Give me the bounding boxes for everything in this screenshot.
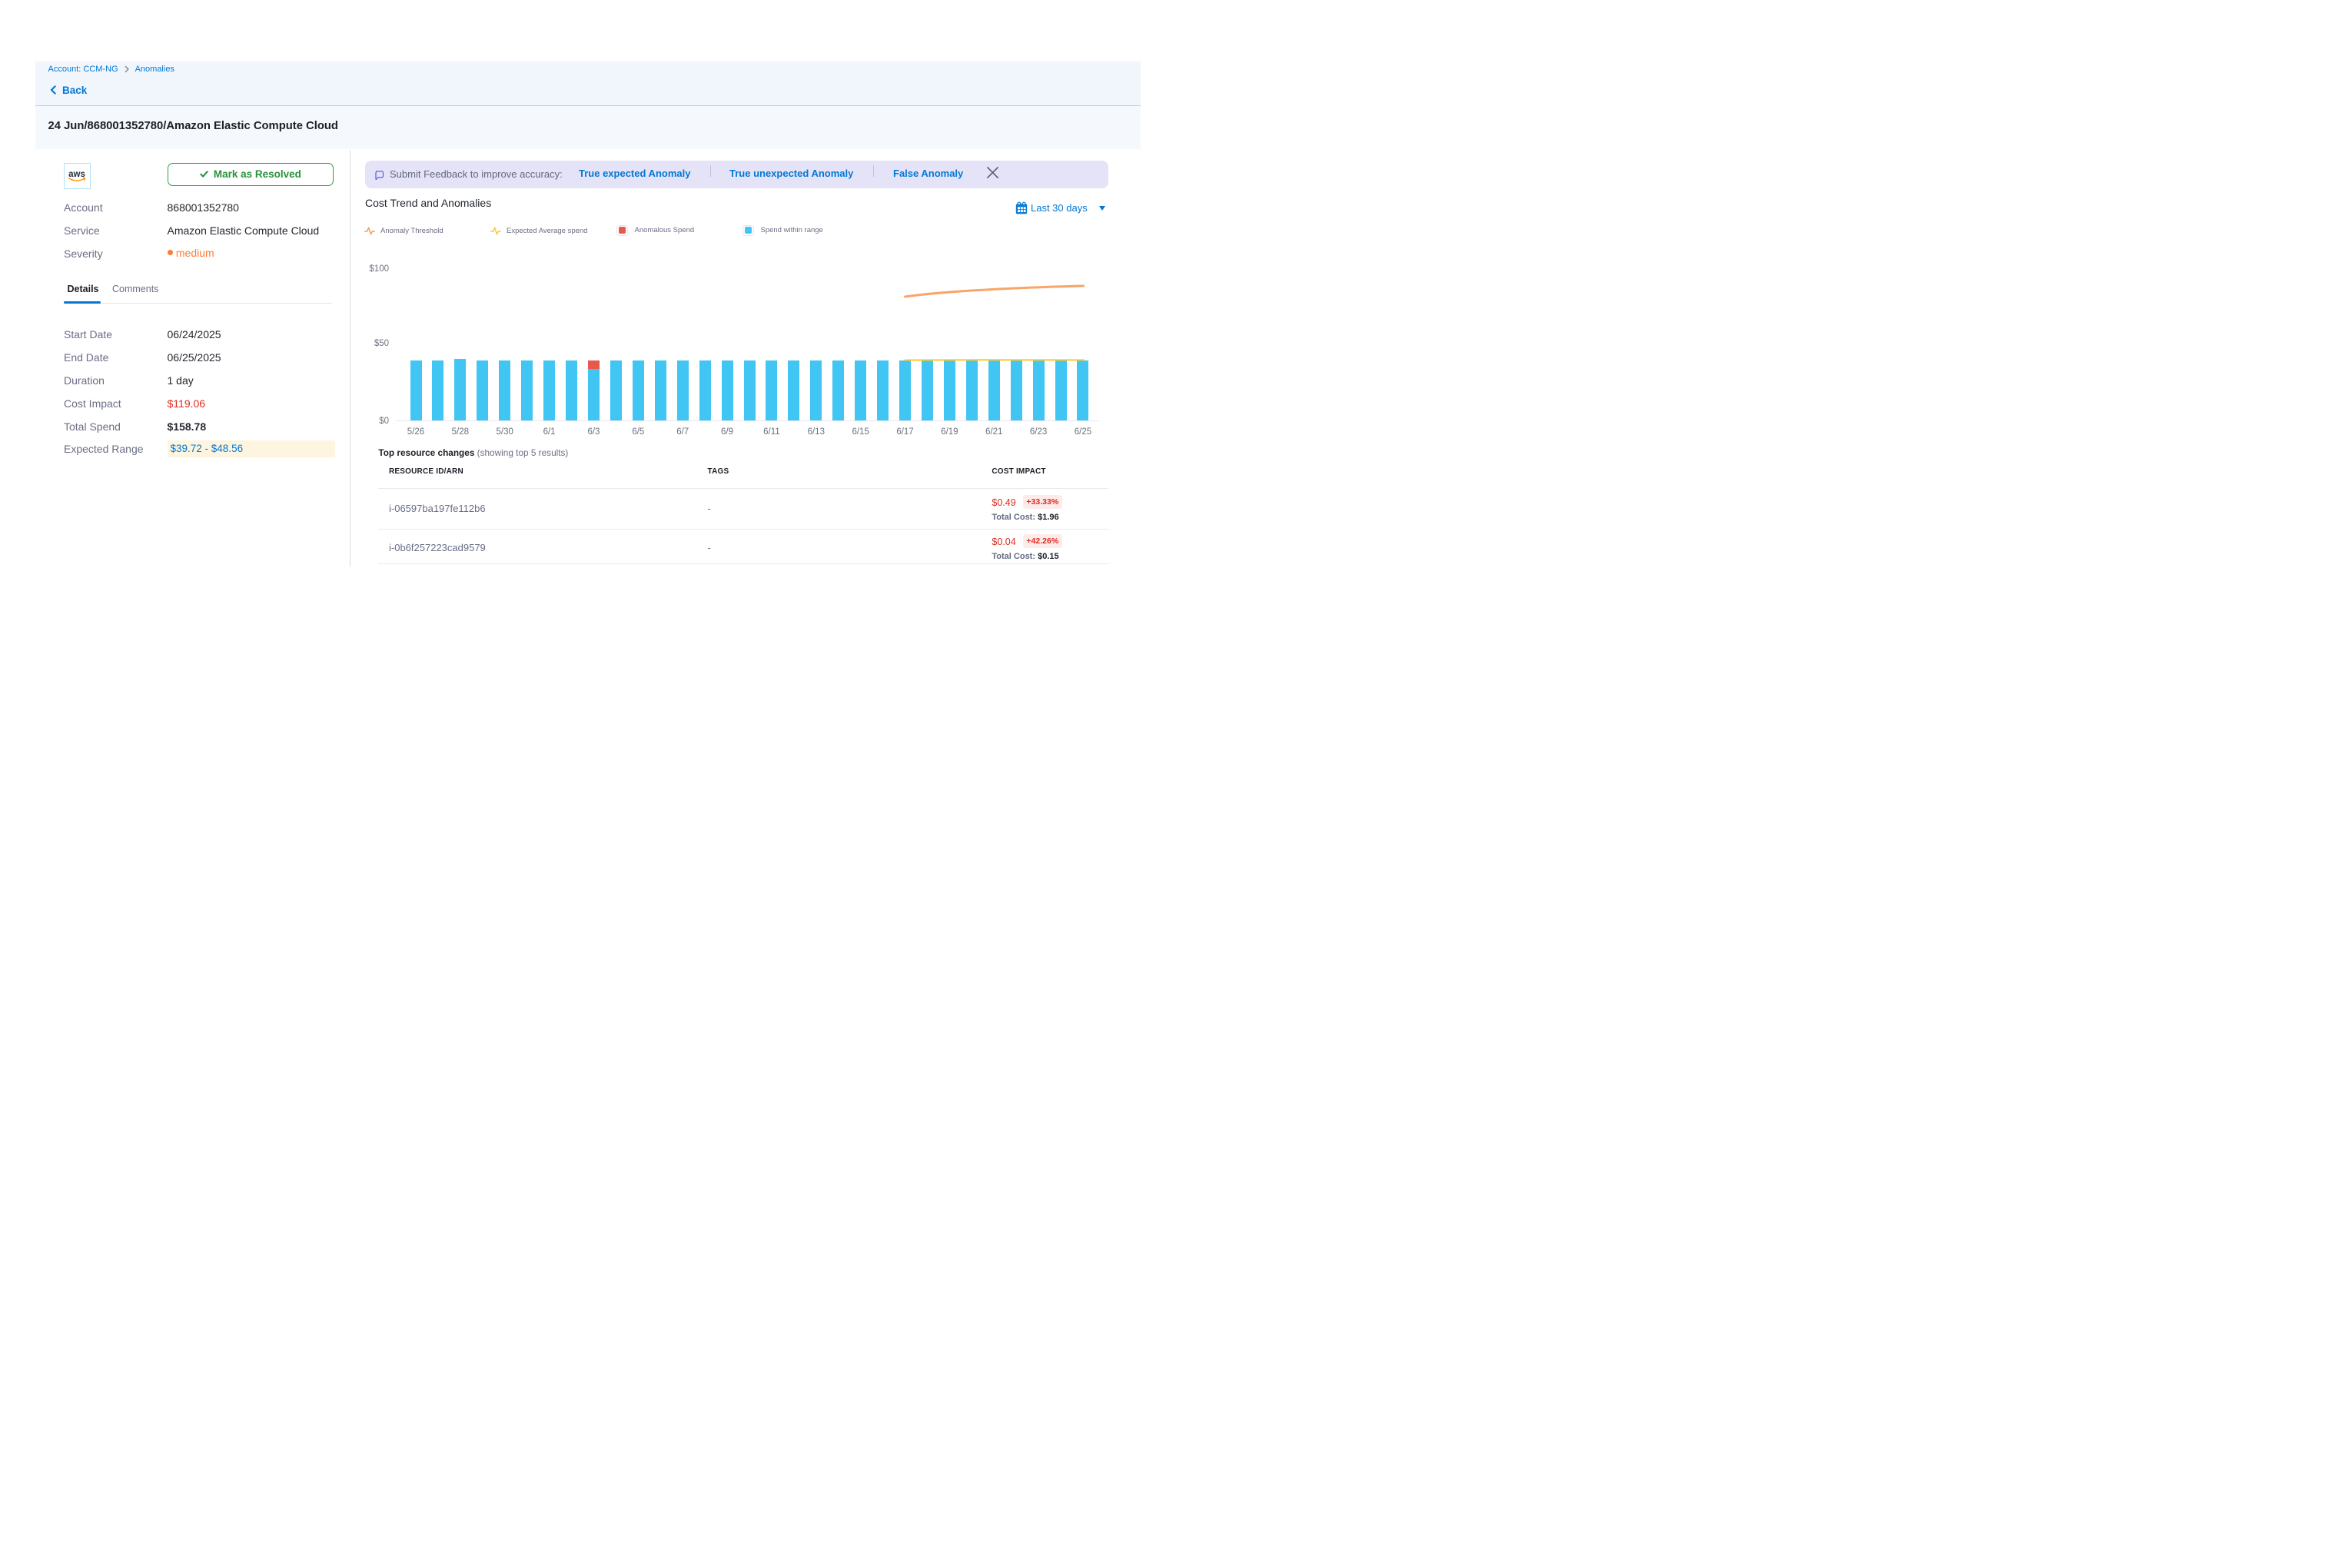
svg-text:aws: aws [68,170,85,179]
